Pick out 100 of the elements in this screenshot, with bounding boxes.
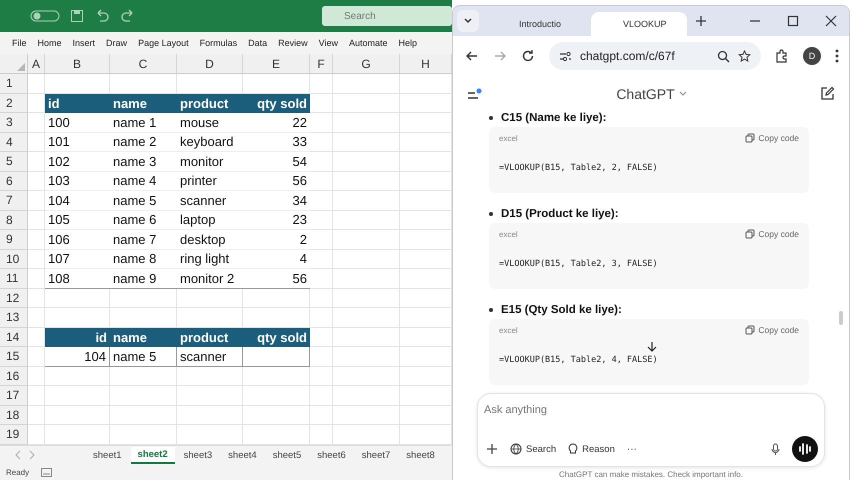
sheet-cell[interactable] bbox=[243, 406, 310, 426]
copy-code-button[interactable]: Copy code bbox=[745, 229, 799, 239]
sheet-cell[interactable] bbox=[333, 94, 400, 114]
sheet-cell[interactable] bbox=[28, 406, 45, 426]
composer-tool-button[interactable]: Search bbox=[510, 443, 556, 455]
sheet-cell[interactable] bbox=[333, 113, 400, 133]
scroll-down-icon[interactable] bbox=[647, 341, 657, 353]
save-icon[interactable] bbox=[70, 9, 84, 24]
ribbon-tab[interactable]: Insert bbox=[72, 38, 96, 48]
zoom-icon[interactable] bbox=[717, 50, 730, 62]
sidebar-toggle-icon[interactable] bbox=[467, 88, 483, 100]
sheet-cell[interactable] bbox=[333, 406, 400, 426]
more-tools-button[interactable]: ··· bbox=[626, 444, 637, 454]
column-header[interactable]: F bbox=[310, 54, 333, 74]
microphone-icon[interactable] bbox=[771, 442, 780, 456]
sheet-cell[interactable] bbox=[333, 347, 400, 367]
sheet-cell[interactable] bbox=[333, 288, 400, 308]
profile-avatar[interactable]: D bbox=[803, 47, 821, 65]
sheet-cell[interactable] bbox=[177, 406, 243, 426]
column-header[interactable]: A bbox=[28, 54, 45, 74]
voice-mode-icon[interactable] bbox=[792, 436, 818, 462]
ribbon-tab[interactable]: Automate bbox=[349, 38, 388, 48]
extensions-icon[interactable] bbox=[775, 49, 789, 63]
row-header[interactable]: 18 bbox=[0, 406, 28, 426]
star-icon[interactable] bbox=[738, 50, 751, 62]
new-tab-icon[interactable] bbox=[695, 15, 707, 27]
sheet-cell[interactable] bbox=[28, 366, 45, 386]
search-box[interactable]: Search bbox=[322, 6, 452, 26]
sheet-tab[interactable]: sheet4 bbox=[221, 448, 264, 463]
copy-code-button[interactable]: Copy code bbox=[745, 133, 799, 143]
select-all-icon[interactable] bbox=[17, 63, 25, 72]
ribbon-tab[interactable]: Draw bbox=[106, 38, 128, 48]
sheet-cell[interactable] bbox=[333, 132, 400, 152]
sheet-tab[interactable]: sheet1 bbox=[86, 448, 129, 463]
column-header[interactable]: H bbox=[400, 54, 452, 74]
back-icon[interactable] bbox=[465, 49, 479, 63]
sheet-tab[interactable]: sheet8 bbox=[399, 448, 442, 463]
sheet-cell[interactable] bbox=[333, 172, 400, 192]
sheet-cell[interactable] bbox=[333, 269, 400, 289]
sheet-cell[interactable] bbox=[333, 250, 400, 270]
row-header[interactable]: 6 bbox=[0, 172, 28, 192]
sheet-cell[interactable] bbox=[28, 308, 45, 328]
row-header[interactable]: 12 bbox=[0, 288, 28, 308]
row-header[interactable]: 8 bbox=[0, 210, 28, 230]
browser-tab[interactable]: Introductio bbox=[487, 12, 583, 36]
sheet-tab[interactable]: sheet5 bbox=[266, 448, 308, 463]
row-header[interactable]: 4 bbox=[0, 132, 28, 152]
ribbon-tab[interactable]: Data bbox=[248, 38, 268, 48]
next-sheet-icon[interactable] bbox=[28, 450, 36, 460]
row-header[interactable]: 10 bbox=[0, 250, 28, 270]
copy-code-button[interactable]: Copy code bbox=[745, 325, 799, 335]
row-header[interactable]: 15 bbox=[0, 347, 28, 367]
row-header[interactable]: 13 bbox=[0, 308, 28, 328]
ribbon-tab[interactable]: View bbox=[318, 38, 338, 48]
sheet-cell[interactable] bbox=[333, 74, 400, 94]
sheet-cell[interactable] bbox=[28, 74, 45, 94]
sheet-cell[interactable] bbox=[333, 308, 400, 328]
sheet-cell[interactable] bbox=[333, 191, 400, 211]
sheet-tab[interactable]: sheet6 bbox=[310, 448, 353, 463]
table-cell[interactable] bbox=[243, 347, 310, 367]
sheet-cell[interactable] bbox=[333, 152, 400, 172]
reload-icon[interactable] bbox=[521, 49, 535, 63]
search-field[interactable]: Search bbox=[322, 10, 452, 23]
sheet-cell[interactable] bbox=[310, 74, 333, 94]
sheet-cell[interactable] bbox=[333, 230, 400, 250]
row-header[interactable]: 17 bbox=[0, 386, 28, 406]
column-header[interactable]: D bbox=[177, 54, 243, 74]
sheet-cell[interactable] bbox=[333, 328, 400, 348]
previous-sheet-icon[interactable] bbox=[14, 450, 22, 460]
row-header[interactable]: 5 bbox=[0, 152, 28, 172]
close-icon[interactable] bbox=[825, 15, 837, 27]
tab-search-icon[interactable] bbox=[457, 10, 479, 32]
ribbon-tab[interactable]: Help bbox=[398, 38, 418, 48]
row-header[interactable]: 1 bbox=[0, 74, 28, 94]
sheet-tab[interactable]: sheet2 bbox=[130, 446, 175, 464]
row-header[interactable]: 3 bbox=[0, 113, 28, 133]
maximize-icon[interactable] bbox=[787, 15, 799, 27]
sheet-cell[interactable] bbox=[110, 406, 177, 426]
ribbon-tab[interactable]: Home bbox=[38, 38, 62, 48]
model-selector[interactable]: ChatGPT bbox=[616, 86, 687, 102]
browser-tab[interactable]: VLOOKUP bbox=[591, 12, 687, 36]
site-settings-icon[interactable] bbox=[559, 50, 572, 62]
sheet-cell[interactable] bbox=[28, 288, 45, 308]
ribbon-tab[interactable]: Page Layout bbox=[138, 38, 189, 48]
sheet-cell[interactable] bbox=[310, 406, 333, 426]
sheet-cell[interactable] bbox=[45, 386, 110, 406]
row-header[interactable]: 2 bbox=[0, 94, 28, 114]
sheet-cell[interactable] bbox=[177, 386, 243, 406]
column-header[interactable]: B bbox=[45, 54, 110, 74]
sheet-cell[interactable] bbox=[310, 366, 333, 386]
sheet-tab[interactable]: sheet7 bbox=[354, 448, 398, 463]
row-header[interactable]: 9 bbox=[0, 230, 28, 250]
sheet-cell[interactable] bbox=[110, 386, 177, 406]
column-header[interactable]: C bbox=[110, 54, 177, 74]
scrollbar-thumb[interactable] bbox=[839, 311, 843, 325]
sheet-cell[interactable] bbox=[310, 288, 333, 308]
column-header[interactable]: E bbox=[243, 54, 310, 74]
sheet-cell[interactable] bbox=[243, 386, 310, 406]
sheet-cell[interactable] bbox=[333, 386, 400, 406]
sheet-cell[interactable] bbox=[333, 366, 400, 386]
